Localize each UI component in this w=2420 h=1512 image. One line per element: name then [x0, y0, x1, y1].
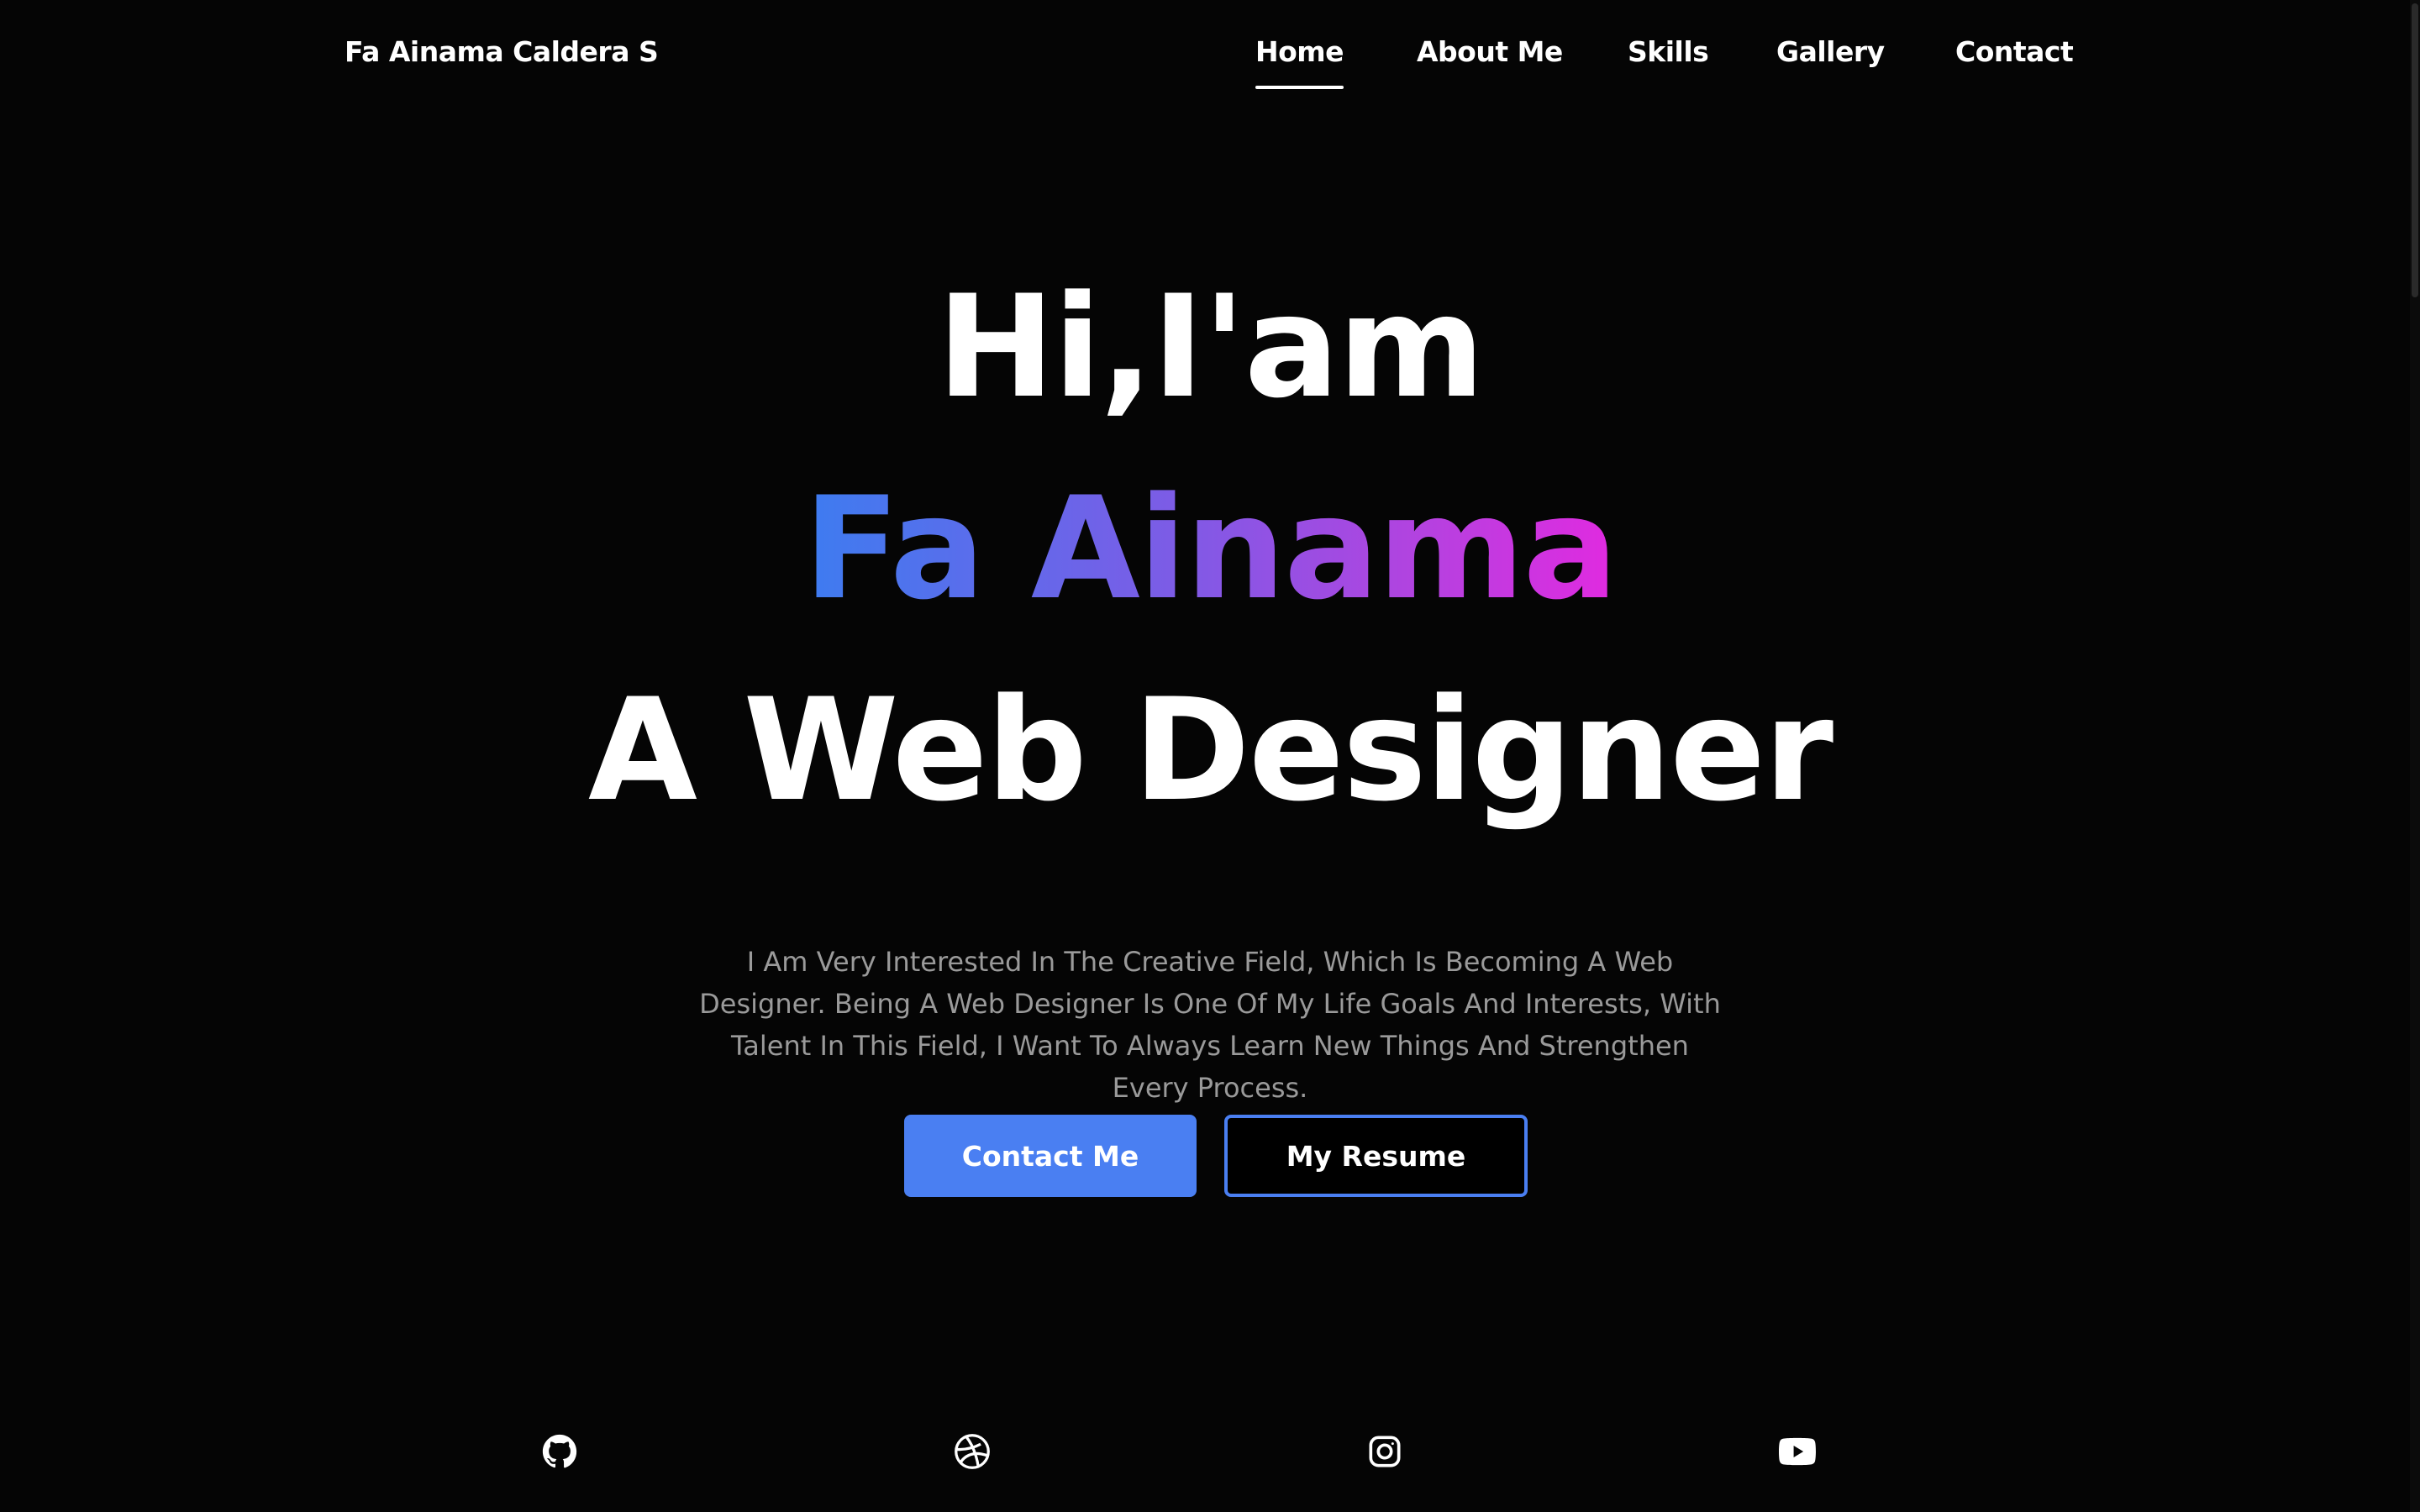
dribbble-icon[interactable]: [954, 1433, 991, 1470]
hero-description: I Am Very Interested In The Creative Fie…: [699, 946, 1721, 1104]
instagram-icon[interactable]: [1366, 1433, 1403, 1470]
nav-gallery[interactable]: Gallery: [1776, 35, 1885, 68]
nav-home[interactable]: Home: [1255, 35, 1344, 89]
github-icon[interactable]: [541, 1433, 578, 1470]
nav-contact[interactable]: Contact: [1955, 35, 2074, 68]
nav-about-me[interactable]: About Me: [1417, 35, 1563, 68]
scrollbar-thumb[interactable]: [2412, 3, 2418, 297]
page-scrollbar[interactable]: [2410, 0, 2420, 1512]
main-nav: Home About Me Skills Gallery Contact: [0, 35, 2420, 94]
hero-name-row: Fa Ainama: [0, 469, 2420, 628]
hero-greeting: Hi,I'am: [936, 265, 1485, 429]
contact-me-button[interactable]: Contact Me: [904, 1115, 1197, 1197]
hero-name: Fa Ainama: [803, 466, 1618, 631]
nav-skills[interactable]: Skills: [1628, 35, 1709, 68]
portfolio-page: Fa Ainama Caldera S Home About Me Skills…: [0, 0, 2420, 1512]
youtube-icon[interactable]: [1779, 1433, 1816, 1470]
my-resume-button[interactable]: My Resume: [1224, 1115, 1528, 1197]
hero-role: A Web Designer: [587, 668, 1833, 832]
